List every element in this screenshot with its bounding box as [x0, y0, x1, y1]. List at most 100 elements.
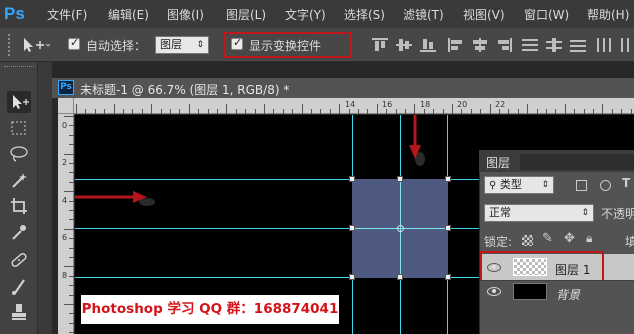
panel-tab-strip [520, 154, 634, 170]
menu-file[interactable]: 文件(F) [47, 6, 87, 23]
ruler-tick [376, 104, 378, 114]
ruler-tick [320, 109, 322, 114]
menu-filter[interactable]: 滤镜(T) [403, 6, 444, 23]
lasso-tool-button[interactable] [7, 143, 31, 165]
show-transform-checkbox[interactable] [231, 36, 243, 50]
ruler-tick [414, 104, 416, 114]
lock-all-icon[interactable]: 🔒︎ [586, 231, 592, 246]
align-top-edges-icon[interactable] [372, 38, 388, 52]
auto-select-target-select[interactable]: 图层 ⇕ [155, 36, 209, 54]
ruler-tick [160, 109, 162, 114]
stamp-icon [12, 304, 26, 320]
ruler-tick [69, 285, 74, 287]
rectangular-marquee-tool-button[interactable] [7, 117, 31, 139]
lock-transparent-pixels-icon[interactable] [522, 235, 533, 246]
ruler-tick [132, 109, 134, 114]
distribute-bottom-edges-icon[interactable] [570, 38, 586, 52]
grip-handle[interactable] [8, 34, 12, 56]
blend-mode-select[interactable]: 正常 ⇕ [484, 204, 594, 222]
search-icon: ⚲ [489, 180, 497, 191]
ruler-tick [593, 109, 594, 114]
ruler-tick [433, 109, 435, 114]
align-horizontal-centers-icon[interactable] [472, 38, 488, 52]
menu-image[interactable]: 图像(I) [167, 6, 204, 23]
ruler-tick [442, 109, 444, 114]
brush-icon [12, 279, 25, 295]
ruler-tick [461, 109, 463, 114]
ruler-tick [395, 109, 397, 114]
ruler-tick [602, 104, 604, 114]
show-transform-label: 显示变换控件 [249, 39, 322, 53]
ruler-top-label: 14 [345, 100, 356, 109]
ruler-tick [69, 332, 74, 334]
brush-tool-button[interactable] [7, 275, 31, 297]
menu-window[interactable]: 窗口(W) [524, 6, 569, 23]
toolbar-grip[interactable] [4, 66, 34, 68]
distribute-top-edges-icon[interactable] [522, 38, 538, 52]
ruler-tick [69, 163, 74, 164]
lock-image-pixels-icon[interactable]: ✎ [542, 231, 553, 246]
document-tab-title[interactable]: 未标题-1 @ 66.7% (图层 1, RGB/8) * [80, 81, 289, 98]
eyedropper-tool-button[interactable] [7, 221, 31, 243]
ruler-tick [69, 313, 74, 315]
updown-icon: ⇕ [581, 208, 589, 218]
fill-label: 填 [625, 235, 634, 249]
ruler-tick [273, 109, 275, 114]
ruler-tick [69, 134, 74, 136]
magic-wand-tool-button[interactable] [7, 169, 31, 191]
ruler-tick [583, 109, 585, 114]
lock-position-icon[interactable]: ✥ [564, 231, 575, 246]
layer-filter-value: 类型 [499, 178, 522, 191]
align-left-edges-icon[interactable] [448, 38, 464, 52]
clone-stamp-tool-button[interactable] [7, 301, 31, 323]
healing-brush-tool-button[interactable] [7, 249, 31, 271]
ruler-tick [329, 109, 331, 114]
ruler-tick [348, 109, 350, 114]
menu-type[interactable]: 文字(Y) [285, 6, 326, 23]
ruler-tick [367, 109, 369, 114]
filter-pixel-icon[interactable] [576, 180, 587, 191]
distribute-horizontal-centers-icon[interactable] [618, 38, 634, 52]
filter-type-icon[interactable]: T [622, 176, 630, 190]
ruler-tick [64, 266, 74, 268]
filter-adjustment-icon[interactable] [600, 180, 611, 191]
layer-filter-select[interactable]: ⚲ 类型 ⇕ [484, 176, 554, 194]
ruler-tick [64, 191, 74, 193]
auto-select-target-value: 图层 [160, 38, 182, 51]
ruler-tick [207, 109, 209, 114]
menu-layer[interactable]: 图层(L) [226, 6, 266, 23]
align-right-edges-icon[interactable] [496, 38, 512, 52]
distribute-left-edges-icon[interactable] [596, 38, 612, 52]
ruler-tick [508, 109, 510, 114]
blend-mode-value: 正常 [489, 206, 511, 219]
ruler-tick [480, 109, 482, 114]
ruler-origin[interactable] [58, 98, 74, 114]
magic-wand-icon [12, 173, 27, 188]
menu-view[interactable]: 视图(V) [463, 6, 505, 23]
ruler-tick [64, 228, 74, 230]
distribute-vertical-centers-icon[interactable] [546, 38, 562, 52]
align-bottom-edges-icon[interactable] [420, 38, 436, 52]
ruler-tick [226, 104, 228, 114]
ruler-tick [621, 109, 623, 114]
vertical-ruler[interactable] [58, 114, 74, 334]
visibility-eye-icon[interactable] [487, 287, 501, 296]
crop-tool-button[interactable] [7, 195, 31, 217]
ruler-tick [282, 109, 284, 114]
ruler-tick [358, 109, 359, 114]
menu-edit[interactable]: 编辑(E) [108, 6, 149, 23]
ruler-left-label: 8 [62, 271, 68, 280]
move-tool-button[interactable] [7, 91, 31, 113]
menu-select[interactable]: 选择(S) [344, 6, 385, 23]
auto-select-label: 自动选择： [86, 39, 147, 53]
move-tool-preset-button[interactable] [20, 36, 51, 54]
ruler-tick [423, 109, 425, 114]
ruler-tick [546, 109, 547, 114]
layers-panel-title[interactable]: 图层 [486, 154, 510, 171]
menu-help[interactable]: 帮助(H) [587, 6, 629, 23]
align-vertical-centers-icon[interactable] [396, 38, 412, 52]
auto-select-checkbox[interactable] [68, 36, 80, 50]
ruler-tick [69, 257, 74, 258]
ruler-tick [69, 200, 74, 202]
background-layer-name[interactable]: 背景 [556, 286, 580, 303]
